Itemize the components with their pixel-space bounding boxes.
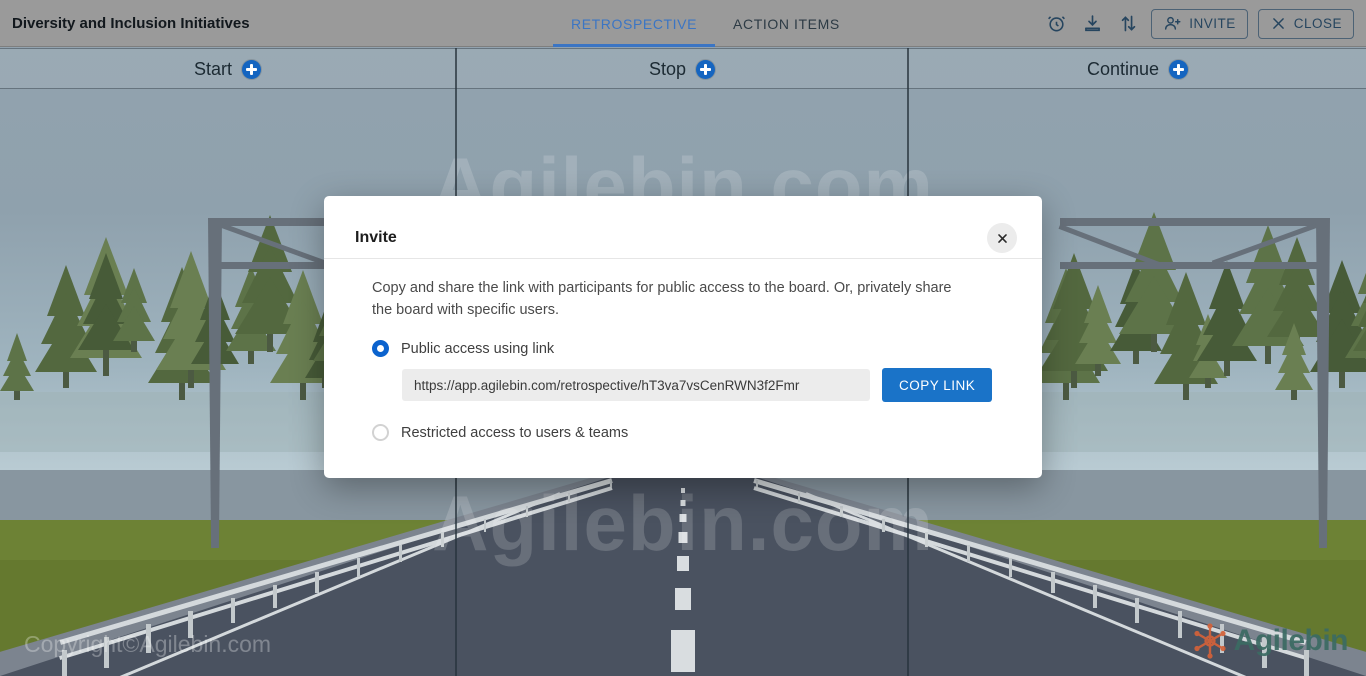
tab-bar: RETROSPECTIVE ACTION ITEMS — [553, 0, 858, 47]
toolbar-actions: INVITE CLOSE — [1043, 0, 1354, 47]
invite-button-label: INVITE — [1189, 16, 1236, 31]
page-title: Diversity and Inclusion Initiatives — [12, 15, 250, 32]
column-continue: Continue — [909, 56, 1366, 82]
download-icon — [1082, 13, 1103, 34]
share-link-row: COPY LINK — [402, 368, 1011, 402]
top-bar: Diversity and Inclusion Initiatives RETR… — [0, 0, 1366, 47]
person-add-icon — [1163, 14, 1182, 33]
radio-restricted-access[interactable] — [372, 424, 389, 441]
app-root: Agilebin.com Agilebin.com Copyright©Agil… — [0, 0, 1366, 676]
dialog-close-button[interactable] — [987, 223, 1017, 253]
add-card-start-button[interactable] — [242, 60, 261, 79]
add-card-continue-button[interactable] — [1169, 60, 1188, 79]
invite-dialog: Invite Copy and share the link with part… — [324, 196, 1042, 478]
radio-restricted-access-label: Restricted access to users & teams — [401, 425, 628, 441]
copy-link-button[interactable]: COPY LINK — [882, 368, 992, 402]
download-button[interactable] — [1079, 11, 1105, 37]
timer-button[interactable] — [1043, 11, 1069, 37]
invite-button[interactable]: INVITE — [1151, 9, 1248, 39]
tab-action-items-label: ACTION ITEMS — [733, 16, 840, 32]
sort-button[interactable] — [1115, 11, 1141, 37]
radio-public-access[interactable] — [372, 340, 389, 357]
dialog-header: Invite — [324, 196, 1042, 259]
tab-retrospective[interactable]: RETROSPECTIVE — [553, 0, 715, 47]
dialog-title: Invite — [355, 229, 397, 247]
dialog-description: Copy and share the link with participant… — [372, 277, 972, 321]
option-public-access[interactable]: Public access using link — [372, 340, 1011, 357]
column-start: Start — [0, 56, 455, 82]
option-restricted-access[interactable]: Restricted access to users & teams — [372, 424, 1011, 441]
column-stop-title: Stop — [649, 59, 686, 80]
add-card-stop-button[interactable] — [696, 60, 715, 79]
column-stop: Stop — [457, 56, 907, 82]
share-link-input[interactable] — [402, 369, 870, 401]
close-x-icon — [1270, 15, 1287, 32]
column-continue-title: Continue — [1087, 59, 1159, 80]
tab-retrospective-label: RETROSPECTIVE — [571, 16, 697, 32]
close-x-icon — [996, 232, 1009, 245]
tab-action-items[interactable]: ACTION ITEMS — [715, 0, 858, 47]
sort-arrows-icon — [1118, 13, 1139, 34]
close-board-button[interactable]: CLOSE — [1258, 9, 1354, 39]
alarm-clock-icon — [1046, 13, 1067, 34]
column-start-title: Start — [194, 59, 232, 80]
close-button-label: CLOSE — [1294, 16, 1342, 31]
dialog-body: Copy and share the link with participant… — [324, 259, 1042, 441]
radio-public-access-label: Public access using link — [401, 341, 554, 357]
